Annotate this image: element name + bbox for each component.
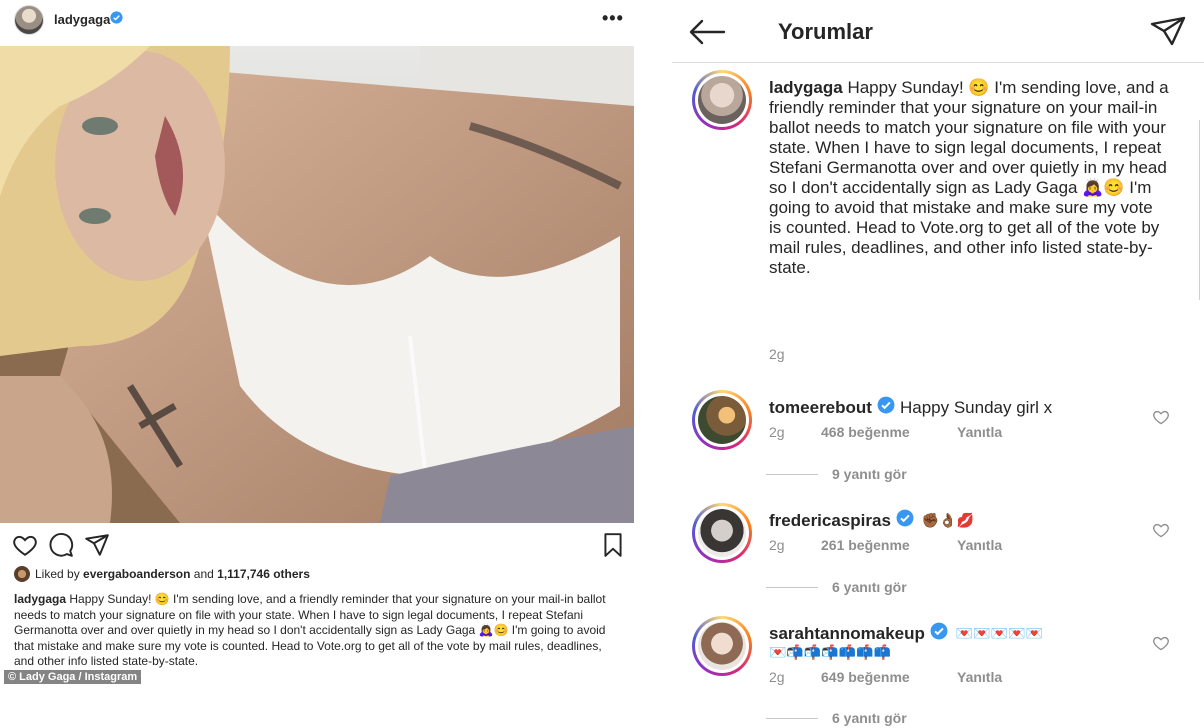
comment-meta: 2g 261 beğenme Yanıtla bbox=[769, 537, 1002, 553]
avatar[interactable] bbox=[14, 5, 44, 35]
comment-likes[interactable]: 468 beğenme bbox=[821, 424, 957, 440]
avatar-ring[interactable] bbox=[692, 70, 752, 130]
likes-joiner: and bbox=[193, 567, 214, 581]
heart-icon[interactable] bbox=[12, 532, 38, 558]
caption-comment: ladygaga Happy Sunday! 😊 I'm sending lov… bbox=[769, 78, 1169, 278]
comment-text: Happy Sunday! 😊 I'm sending love, and a … bbox=[769, 78, 1169, 277]
comment-likes[interactable]: 261 beğenme bbox=[821, 537, 957, 553]
bookmark-icon[interactable] bbox=[600, 532, 626, 558]
instagram-post: ladygaga ••• Liked by evergaboanderson a… bbox=[0, 0, 640, 728]
comment-time: 2g bbox=[769, 424, 785, 440]
likes-user[interactable]: evergaboanderson bbox=[83, 567, 190, 581]
avatar[interactable] bbox=[14, 566, 30, 582]
comment-username[interactable]: sarahtannomakeup bbox=[769, 624, 925, 644]
comment-meta: 2g 468 beğenme Yanıtla bbox=[769, 424, 1002, 440]
comment-username[interactable]: ladygaga bbox=[769, 78, 843, 97]
replies-label: 6 yanıtı gör bbox=[832, 710, 907, 726]
photo-credit: © Lady Gaga / Instagram bbox=[4, 670, 142, 684]
heart-icon[interactable] bbox=[1152, 635, 1170, 656]
verified-badge-icon bbox=[930, 622, 948, 645]
verified-badge-icon bbox=[110, 11, 123, 29]
caption-username[interactable]: ladygaga bbox=[14, 592, 66, 606]
comment-text: ✊🏾👌🏾💋 bbox=[921, 512, 975, 528]
post-caption: ladygaga Happy Sunday! 😊 I'm sending lov… bbox=[14, 592, 624, 670]
comment-meta: 2g 649 beğenme Yanıtla bbox=[769, 669, 1002, 685]
view-replies-button[interactable]: 6 yanıtı gör bbox=[766, 710, 907, 726]
post-actions bbox=[0, 528, 640, 562]
avatar bbox=[698, 76, 746, 124]
comment-username[interactable]: fredericaspiras bbox=[769, 511, 891, 531]
comment-line: tomeerebout Happy Sunday girl x bbox=[769, 396, 1052, 419]
comment-line-continued: 💌📬📬📬📫📫📫 bbox=[769, 644, 891, 661]
share-icon[interactable] bbox=[84, 532, 110, 558]
post-photo bbox=[0, 46, 634, 523]
scrollbar[interactable] bbox=[1196, 120, 1200, 300]
comment-text: Happy Sunday girl x bbox=[899, 397, 1053, 417]
comment-icon[interactable] bbox=[48, 532, 74, 558]
comment-time: 2g bbox=[769, 346, 785, 362]
caption-text: Happy Sunday! 😊 I'm sending love, and a … bbox=[14, 592, 606, 668]
comment-likes[interactable]: 649 beğenme bbox=[821, 669, 957, 685]
avatar-ring[interactable] bbox=[692, 503, 752, 563]
comment-meta: 2g bbox=[769, 346, 821, 362]
more-icon[interactable]: ••• bbox=[602, 8, 624, 29]
avatar bbox=[698, 396, 746, 444]
replies-label: 6 yanıtı gör bbox=[832, 579, 907, 595]
heart-icon[interactable] bbox=[1152, 409, 1170, 430]
comment-time: 2g bbox=[769, 537, 785, 553]
reply-button[interactable]: Yanıtla bbox=[957, 537, 1002, 553]
post-username[interactable]: ladygaga bbox=[54, 12, 110, 27]
avatar bbox=[698, 622, 746, 670]
view-replies-button[interactable]: 9 yanıtı gör bbox=[766, 466, 907, 482]
comment-line: fredericaspiras ✊🏾👌🏾💋 bbox=[769, 509, 974, 532]
verified-badge-icon bbox=[877, 396, 895, 419]
reply-button[interactable]: Yanıtla bbox=[957, 424, 1002, 440]
reply-button[interactable]: Yanıtla bbox=[957, 669, 1002, 685]
page-title: Yorumlar bbox=[778, 19, 873, 44]
avatar-ring[interactable] bbox=[692, 390, 752, 450]
avatar bbox=[698, 509, 746, 557]
avatar-ring[interactable] bbox=[692, 616, 752, 676]
comments-header: Yorumlar bbox=[672, 0, 1204, 62]
comment-text: 💌📬📬📬📫📫📫 bbox=[769, 644, 892, 660]
likes-count[interactable]: 1,117,746 others bbox=[217, 567, 310, 581]
comment-time: 2g bbox=[769, 669, 785, 685]
verified-badge-icon bbox=[896, 509, 914, 532]
divider bbox=[672, 62, 1204, 63]
post-header: ladygaga ••• bbox=[0, 0, 640, 44]
send-icon[interactable] bbox=[1150, 16, 1186, 51]
replies-label: 9 yanıtı gör bbox=[832, 466, 907, 482]
likes-prefix: Liked by bbox=[35, 567, 80, 581]
likes-summary: Liked by evergaboanderson and 1,117,746 … bbox=[14, 565, 310, 583]
back-arrow-icon[interactable] bbox=[688, 18, 726, 51]
comment-username[interactable]: tomeerebout bbox=[769, 398, 872, 418]
comment-text: 💌💌💌💌💌 bbox=[955, 625, 1044, 641]
heart-icon[interactable] bbox=[1152, 522, 1170, 543]
comment-line: sarahtannomakeup 💌💌💌💌💌 bbox=[769, 622, 1043, 645]
view-replies-button[interactable]: 6 yanıtı gör bbox=[766, 579, 907, 595]
comments-panel: Yorumlar ladygaga Happy Sunday! 😊 I'm se… bbox=[672, 0, 1204, 728]
